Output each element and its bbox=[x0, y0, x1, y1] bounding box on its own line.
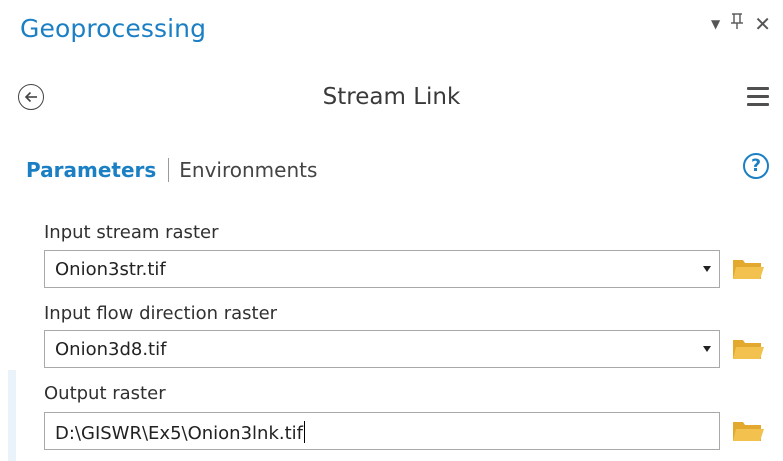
dropdown-arrow-icon[interactable] bbox=[703, 346, 711, 352]
field-value: Onion3d8.tif bbox=[55, 339, 167, 360]
tab-divider bbox=[168, 158, 170, 182]
active-parameter-indicator bbox=[8, 370, 16, 461]
dropdown-arrow-icon[interactable]: ▼ bbox=[711, 14, 720, 34]
hamburger-menu-icon[interactable] bbox=[747, 87, 769, 107]
param-label-output-raster: Output raster bbox=[44, 383, 166, 404]
param-label-input-stream-raster: Input stream raster bbox=[44, 222, 219, 243]
input-flow-direction-raster-field[interactable]: Onion3d8.tif bbox=[44, 330, 720, 368]
geoprocessing-pane: Geoprocessing ▼ ✕ Stream Link Parameters… bbox=[0, 0, 783, 461]
dropdown-arrow-icon[interactable] bbox=[703, 266, 711, 272]
input-stream-raster-field[interactable]: Onion3str.tif bbox=[44, 250, 720, 288]
field-value: Onion3str.tif bbox=[55, 259, 166, 280]
pin-icon[interactable] bbox=[730, 12, 744, 35]
pane-title: Geoprocessing bbox=[20, 14, 207, 43]
tool-title: Stream Link bbox=[322, 84, 461, 110]
tab-environments[interactable]: Environments bbox=[179, 158, 317, 182]
pane-title-controls: ▼ ✕ bbox=[711, 12, 771, 35]
browse-folder-icon[interactable] bbox=[731, 256, 765, 282]
output-raster-field[interactable]: D:\GISWR\Ex5\Onion3lnk.tif bbox=[44, 412, 720, 450]
tab-bar: Parameters Environments bbox=[26, 158, 317, 182]
output-raster-value: D:\GISWR\Ex5\Onion3lnk.tif bbox=[55, 423, 303, 444]
text-cursor bbox=[303, 421, 306, 443]
tab-parameters[interactable]: Parameters bbox=[26, 158, 156, 182]
browse-folder-icon[interactable] bbox=[731, 418, 765, 444]
help-icon[interactable]: ? bbox=[743, 153, 769, 179]
browse-folder-icon[interactable] bbox=[731, 336, 765, 362]
field-value: D:\GISWR\Ex5\Onion3lnk.tif bbox=[55, 421, 306, 444]
param-label-input-flow-direction-raster: Input flow direction raster bbox=[44, 303, 278, 324]
close-icon[interactable]: ✕ bbox=[754, 14, 771, 34]
